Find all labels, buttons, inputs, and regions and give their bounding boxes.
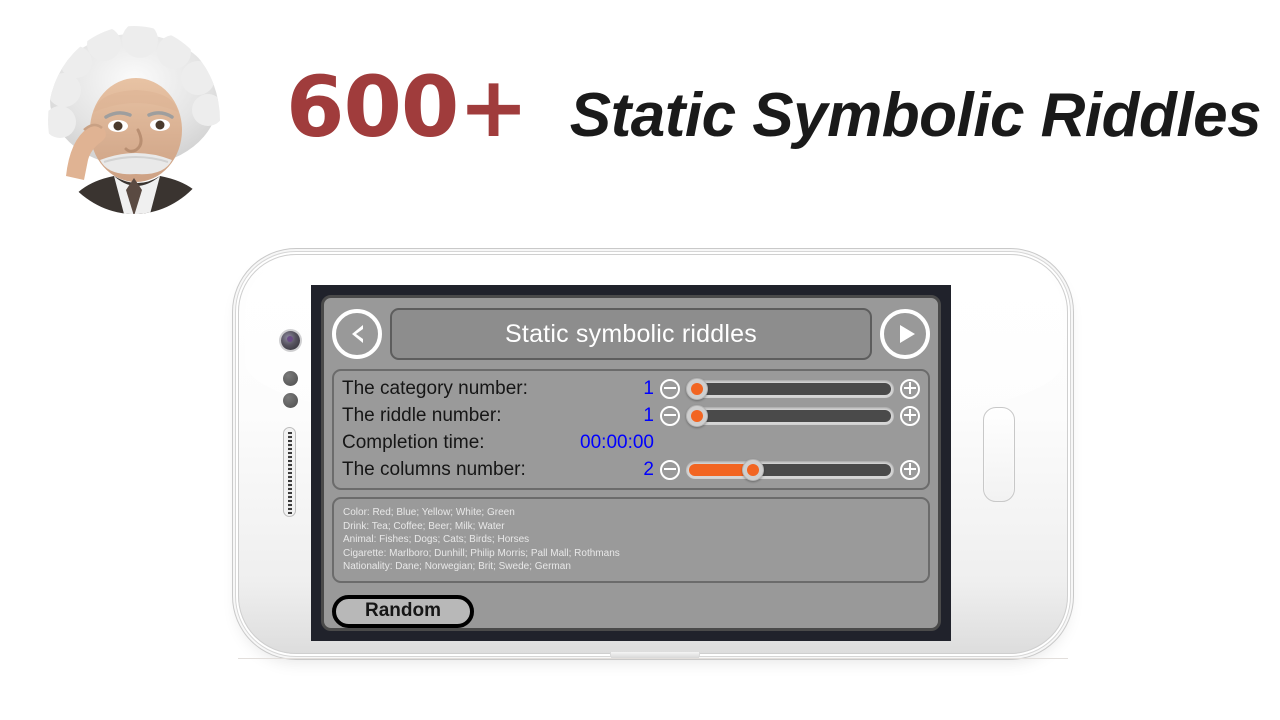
slider-knob: [742, 458, 765, 481]
category-line: Animal: Fishes; Dogs; Cats; Birds; Horse…: [343, 534, 530, 546]
page-title: Static Symbolic Riddles: [569, 81, 1262, 150]
slider-knob: [686, 404, 708, 427]
param-label: The columns number:: [342, 458, 526, 480]
category-line: Drink: Tea; Coffee; Beer; Milk; Water: [343, 520, 505, 532]
minus-circle-icon[interactable]: [660, 459, 680, 480]
proximity-sensor-icon: [283, 371, 298, 386]
phone-screen: Static symbolic riddles The category num…: [311, 285, 951, 641]
riddle-count: 600+: [286, 58, 529, 156]
light-sensor-icon: [283, 393, 298, 408]
slider-rest: [701, 409, 891, 422]
category-slider-group: [660, 377, 920, 400]
param-label: The category number:: [342, 377, 528, 399]
speaker-grille: [288, 432, 292, 514]
einstein-portrait-icon: [48, 26, 220, 214]
param-row-category: The category number: 1: [342, 375, 920, 402]
phone-mockup: Static symbolic riddles The category num…: [238, 254, 1068, 666]
no-slider-spacer: [660, 429, 920, 456]
front-camera-icon: [281, 331, 300, 350]
riddle-slider-group: [660, 404, 920, 427]
back-button[interactable]: [332, 309, 382, 359]
columns-slider[interactable]: [686, 458, 894, 481]
columns-slider-group: [660, 458, 920, 481]
phone-baseline: [238, 658, 1068, 659]
param-row-completion-time: Completion time: 00:00:00: [342, 429, 920, 456]
parameters-panel: The category number: 1 The riddle number…: [332, 369, 930, 490]
app-title-bar: Static symbolic riddles: [332, 306, 930, 362]
category-line: Nationality: Dane; Norwegian; Brit; Swed…: [343, 561, 571, 573]
app-viewport: Static symbolic riddles The category num…: [321, 295, 941, 631]
category-line: Color: Red; Blue; Yellow; White; Green: [343, 507, 515, 518]
random-button[interactable]: Random: [332, 594, 474, 628]
chevron-left-icon: [351, 325, 363, 343]
param-value: 1: [643, 377, 654, 399]
earpiece-speaker: [283, 427, 296, 517]
screen-title: Static symbolic riddles: [505, 319, 757, 348]
param-label: The riddle number:: [342, 404, 502, 426]
headline: 600+ Static Symbolic Riddles: [286, 58, 1262, 156]
slider-rest: [701, 382, 891, 395]
minus-circle-icon[interactable]: [660, 378, 680, 399]
param-value: 1: [643, 404, 654, 426]
minus-circle-icon[interactable]: [660, 405, 680, 426]
param-value: 00:00:00: [580, 431, 654, 453]
action-row: Random: [332, 590, 930, 628]
param-value: 2: [643, 458, 654, 480]
plus-circle-icon[interactable]: [900, 378, 920, 399]
slider-knob: [686, 377, 708, 400]
plus-circle-icon[interactable]: [900, 405, 920, 426]
param-row-riddle: The riddle number: 1: [342, 402, 920, 429]
riddle-slider[interactable]: [686, 404, 894, 427]
play-triangle-icon: [899, 325, 915, 343]
slider-rest: [752, 463, 891, 476]
forward-button[interactable]: [880, 309, 930, 359]
plus-circle-icon[interactable]: [900, 459, 920, 480]
slider-fill: [689, 463, 750, 476]
page-header: 600+ Static Symbolic Riddles: [0, 0, 1280, 240]
einstein-avatar: [48, 26, 220, 214]
camera-lens-dot: [287, 336, 293, 342]
phone-body: Static symbolic riddles The category num…: [238, 254, 1068, 654]
param-row-columns: The columns number: 2: [342, 456, 920, 483]
category-slider[interactable]: [686, 377, 894, 400]
param-label: Completion time:: [342, 431, 485, 453]
category-line: Cigarette: Marlboro; Dunhill; Philip Mor…: [343, 547, 620, 559]
categories-panel: Color: Red; Blue; Yellow; White; Green D…: [332, 497, 930, 583]
home-button[interactable]: [983, 407, 1015, 502]
screen-title-box: Static symbolic riddles: [390, 308, 872, 360]
